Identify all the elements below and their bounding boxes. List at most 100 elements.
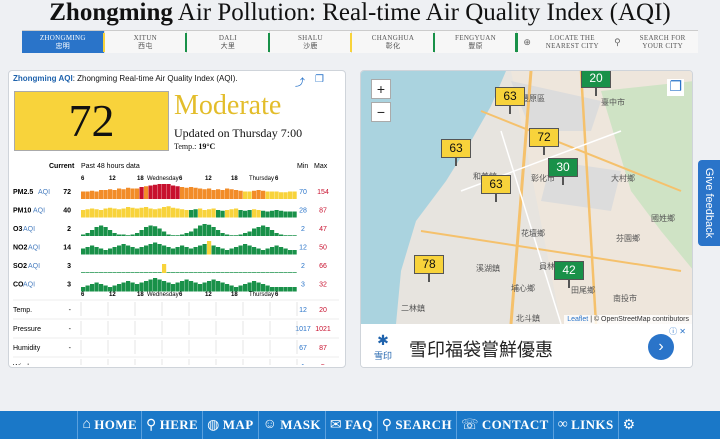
history-bar [85,233,90,236]
feedback-button[interactable]: Give feedback [698,160,720,246]
history-bar [198,284,203,292]
history-bar [126,235,131,236]
history-bar [108,230,113,236]
layers-icon[interactable]: ❐ [667,79,684,96]
history-bar [234,287,239,292]
tab-label: YOUR CITY [642,42,683,50]
history-bar [99,248,104,255]
nav-search[interactable]: ⚲ SEARCH [376,411,456,439]
tab-label-zh: 彰化 [385,42,401,50]
history-bar [270,272,275,273]
nav-links[interactable]: ∞ LINKS [552,411,618,439]
history-bar [292,287,297,292]
history-bar [243,244,248,255]
history-bar [252,272,257,273]
history-bar [108,189,113,199]
history-bar [166,206,171,218]
history-bar [121,234,126,236]
tab-xitun[interactable]: XITUN 西屯 [104,31,189,53]
tab-label-zh: 西屯 [138,42,153,50]
min-value: 67 [299,345,307,352]
footer-nav: ⌂ HOME ⚲ HERE ◍ MAP ☺ MASK ✉ FAQ ⚲ SEARCH ☏ CONTACT ∞ L… [0,411,720,439]
tab-shalu[interactable]: SHALU 沙鹿 [269,31,354,53]
history-bar [288,235,293,236]
search-icon[interactable]: ⚲ [607,31,628,53]
history-bar [274,191,279,199]
station-marker[interactable]: 63 [441,139,471,166]
history-bar [247,191,252,199]
hour-tick: Wednesday [147,292,179,298]
history-bar [112,272,117,273]
ad-banner[interactable]: ✱ 雪印 雪印福袋嘗鮮優惠 › ⓘ ✕ [361,324,692,367]
history-bar [94,272,99,273]
history-bar [288,191,293,199]
history-bar [252,190,257,199]
history-bar [238,190,243,199]
history-bar [225,188,230,199]
station-marker[interactable]: 63 [495,87,525,114]
history-bar [216,230,221,236]
station-marker[interactable]: 78 [414,255,444,282]
tab-fengyuan[interactable]: FENGYUAN 豐原 [434,31,519,53]
history-bar [166,184,171,199]
current-value: 40 [63,208,71,215]
station-marker[interactable]: 72 [529,128,559,155]
locate-nearest-city-button[interactable]: LOCATE THE NEAREST CITY [536,31,608,53]
tab-zhongming[interactable]: ZHONGMING 忠明 [22,31,106,53]
history-bar [166,234,171,236]
history-bar [220,190,225,199]
tab-changhua[interactable]: CHANGHUA 彰化 [352,31,436,53]
map-panel: 豐原區臺中市和美鎮彰化市大村鄉花壇鄉芬園鄉南投市員林市二林鎮溪湖鎮埔心鄉田尾鄉北… [360,70,693,368]
pollutant-unit: AQI [23,282,35,289]
history-bar [157,279,162,292]
locate-icon[interactable]: ⊕ [517,31,537,53]
nav-faq[interactable]: ✉ FAQ [324,411,377,439]
temperature: Temp.: 19°C [174,142,216,151]
ad-close-button[interactable]: ⓘ ✕ [669,326,686,337]
history-bar [252,209,257,218]
nav-contact[interactable]: ☏ CONTACT [455,411,553,439]
nav-settings[interactable]: ⚙ [617,411,643,439]
history-bar [130,247,135,255]
history-bar [135,233,140,236]
history-bar [279,210,284,218]
layers-icon[interactable]: ❐ [315,74,324,85]
history-bar [193,187,198,199]
history-bar [225,234,230,236]
ad-open-button[interactable]: › [648,334,674,360]
history-bar [261,250,266,255]
nav-here[interactable]: ⚲ HERE [141,411,202,439]
history-bar [243,191,248,199]
search-city-button[interactable]: SEARCH FOR YOUR CITY [627,31,699,53]
share-icon[interactable]: ⤴ [295,74,305,89]
ad-text[interactable]: 雪印福袋嘗鮮優惠 [409,336,553,362]
history-bar [157,208,162,218]
station-marker[interactable]: 20 [581,71,611,96]
map-view[interactable]: 豐原區臺中市和美鎮彰化市大村鄉花壇鄉芬園鄉南投市員林市二林鎮溪湖鎮埔心鄉田尾鄉北… [361,71,693,324]
history-bar [243,233,248,236]
hour-tick: 12 [205,292,212,298]
history-bar [256,210,261,218]
station-marker[interactable]: 63 [481,175,511,202]
leaflet-link[interactable]: Leaflet [567,316,588,323]
tab-dali[interactable]: DALI 大里 [187,31,271,53]
history-bar [171,207,176,218]
history-bar [126,187,131,199]
aqi-panel: Zhongming AQI: Zhongming Real-time Air Q… [8,70,346,368]
nav-label: FAQ [345,417,373,432]
station-marker[interactable]: 30 [548,158,578,185]
max-value: 5 [321,364,325,365]
station-marker[interactable]: 42 [554,261,584,288]
nav-map[interactable]: ◍ MAP [202,411,257,439]
nav-home[interactable]: ⌂ HOME [77,411,141,439]
nav-mask[interactable]: ☺ MASK [257,411,325,439]
history-bar [81,234,86,236]
history-bar [220,210,225,218]
history-bar [189,187,194,199]
min-value: 1 [301,364,305,365]
history-bar [153,209,158,218]
zoom-out-button[interactable]: − [371,102,391,122]
zoom-in-button[interactable]: + [371,79,391,99]
history-bar [220,233,225,236]
history-bar [198,208,203,218]
